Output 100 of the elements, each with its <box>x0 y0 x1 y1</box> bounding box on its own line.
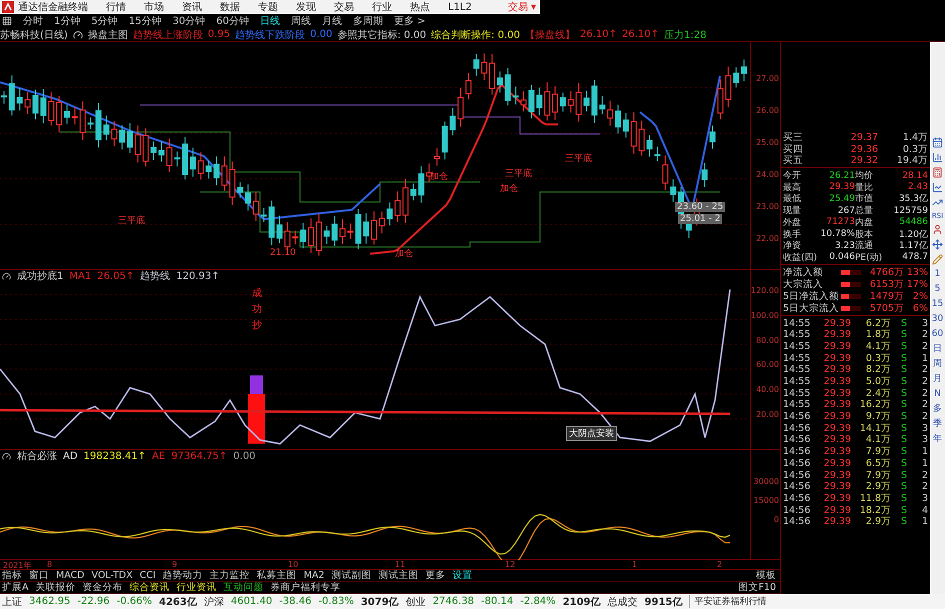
tick-side: S <box>900 422 907 434</box>
period-tab[interactable]: 60分钟 <box>216 14 249 28</box>
period-tab[interactable]: 月线 <box>322 14 342 28</box>
promo-link[interactable]: 平安证券福利行情 <box>689 595 766 608</box>
info-tab[interactable]: 扩展A <box>2 581 28 594</box>
indicator-name[interactable]: 成功抄底1 <box>17 269 64 283</box>
indicator-tab[interactable]: 更多 <box>425 569 446 582</box>
menu-item[interactable]: 行业 <box>372 0 392 14</box>
pencil-icon[interactable] <box>932 254 943 265</box>
tick-volume: 4.1万 <box>864 340 891 353</box>
indicator-tab[interactable]: 趋势动力 <box>162 569 203 582</box>
index-percent: -0.66% <box>116 596 152 607</box>
info-tab[interactable]: 券商户福利专享 <box>270 581 340 594</box>
period-shortcut[interactable]: 15 <box>932 299 944 310</box>
period-tab[interactable]: 分时 <box>23 14 43 28</box>
period-shortcut[interactable]: 多 <box>933 404 942 415</box>
indicator-tab[interactable]: 主力监控 <box>210 569 250 582</box>
menu-item[interactable]: 资讯 <box>182 0 202 14</box>
order-label: 买五 <box>783 154 804 168</box>
period-shortcut[interactable]: 日 <box>933 344 942 355</box>
indicator-value: 0.00 <box>310 29 332 40</box>
period-shortcut[interactable]: 30 <box>932 314 944 325</box>
period-tab[interactable]: 多周期 <box>352 14 383 28</box>
indicator-tab[interactable]: MACD <box>56 570 84 581</box>
menu-item[interactable]: 专题 <box>258 0 278 14</box>
period-shortcut[interactable]: 季 <box>933 419 942 430</box>
menu-item[interactable]: 行情 <box>106 0 126 14</box>
period-shortcut[interactable]: 周 <box>933 359 942 370</box>
trade-button[interactable]: 交易 ▾ <box>508 0 536 14</box>
indicator-tab[interactable]: 私募主图 <box>256 569 297 582</box>
flow-label: 5日大宗流入 <box>783 302 840 315</box>
info-tab[interactable]: 综合资讯 <box>130 581 170 594</box>
tick-time: 14:55 <box>783 399 812 410</box>
flow-label: 5日净流入额 <box>783 290 840 303</box>
info-tab[interactable]: 关联报价 <box>36 581 76 594</box>
indicator-value: 趋势线上涨阶段 <box>132 28 203 42</box>
menu-item[interactable]: 数据 <box>220 0 240 14</box>
indicator-tab[interactable]: CCI <box>140 570 156 581</box>
period-tab[interactable]: 更多 > <box>394 14 426 28</box>
tick-price: 29.39 <box>822 411 851 422</box>
quote-value: 3.23 <box>834 240 855 251</box>
tick-price: 29.39 <box>822 364 851 376</box>
tick-price: 29.39 <box>822 434 851 446</box>
period-tab[interactable]: 日线 <box>260 14 280 28</box>
grid-icon[interactable] <box>2 16 12 26</box>
info-tab[interactable]: 互动问题 <box>224 581 264 594</box>
indicator-name[interactable]: 操盘主图 <box>88 28 128 42</box>
period-shortcut[interactable]: 年 <box>933 434 942 445</box>
tick-side: S <box>900 352 907 364</box>
trend-icon[interactable] <box>932 197 943 208</box>
indicator-tab[interactable]: 测试副图 <box>331 569 372 582</box>
axis-label: 24.00 <box>756 170 779 180</box>
period-tab[interactable]: 1分钟 <box>54 14 80 28</box>
menu-item[interactable]: L1L2 <box>448 2 472 12</box>
tick-side: S <box>900 492 907 504</box>
quote-label: 总量 <box>855 204 874 218</box>
info-tab[interactable]: 行业资讯 <box>176 581 216 594</box>
calendar-icon[interactable] <box>932 137 943 148</box>
period-shortcut[interactable]: 1 <box>934 269 940 280</box>
info-tab[interactable]: 资金分布 <box>82 581 122 594</box>
period-tab[interactable]: 30分钟 <box>172 14 206 28</box>
menu-item[interactable]: 发现 <box>296 0 316 14</box>
tick-count: 2 <box>920 470 928 480</box>
tick-time: 14:55 <box>783 340 812 352</box>
tick-time: 14:56 <box>783 481 812 492</box>
tick-time: 14:55 <box>783 376 812 387</box>
axis-label: 26.00 <box>756 106 779 115</box>
bar-chart-icon[interactable] <box>932 152 943 163</box>
tick-price: 29.39 <box>822 329 851 340</box>
period-shortcut[interactable]: 60 <box>932 329 944 340</box>
index-percent: -0.83% <box>318 596 354 607</box>
tick-count: 2 <box>920 364 928 376</box>
menu-item[interactable]: 热点 <box>410 0 430 14</box>
period-tab[interactable]: 周线 <box>290 14 311 28</box>
move-icon[interactable] <box>932 239 943 250</box>
line-chart-icon[interactable] <box>932 182 943 193</box>
tick-price: 29.39 <box>822 352 851 364</box>
indicator-tab[interactable]: 窗口 <box>29 569 49 582</box>
menu-item[interactable]: 市场 <box>144 0 164 14</box>
period-shortcut[interactable]: 月 <box>933 374 942 385</box>
calculator-icon[interactable] <box>932 167 943 178</box>
tick-count: 1 <box>920 352 928 364</box>
period-tab[interactable]: 15分钟 <box>128 14 162 28</box>
person-icon[interactable] <box>932 224 943 235</box>
period-tab[interactable]: 5分钟 <box>91 14 118 28</box>
date-label: 10 <box>288 560 298 569</box>
menu-item[interactable]: 交易 <box>334 0 354 14</box>
indicator-name[interactable]: 粘合必涨 <box>17 449 57 463</box>
quote-value: 26.21 <box>828 170 855 181</box>
template-button[interactable]: 模板 <box>756 569 780 582</box>
period-shortcut[interactable]: 5 <box>934 284 940 295</box>
quote-value: 28.14 <box>901 170 928 181</box>
f10-button[interactable]: 图文F10 <box>738 581 780 594</box>
indicator-tab[interactable]: MA2 <box>304 570 324 581</box>
indicator-tab[interactable]: 指标 <box>2 569 22 582</box>
indicator-tab[interactable]: 设置 <box>452 569 472 582</box>
indicator-tab[interactable]: VOL-TDX <box>91 570 133 581</box>
quote-label: 内盘 <box>855 216 874 229</box>
period-shortcut[interactable]: N <box>934 389 941 400</box>
indicator-tab[interactable]: 测试主图 <box>378 569 418 582</box>
